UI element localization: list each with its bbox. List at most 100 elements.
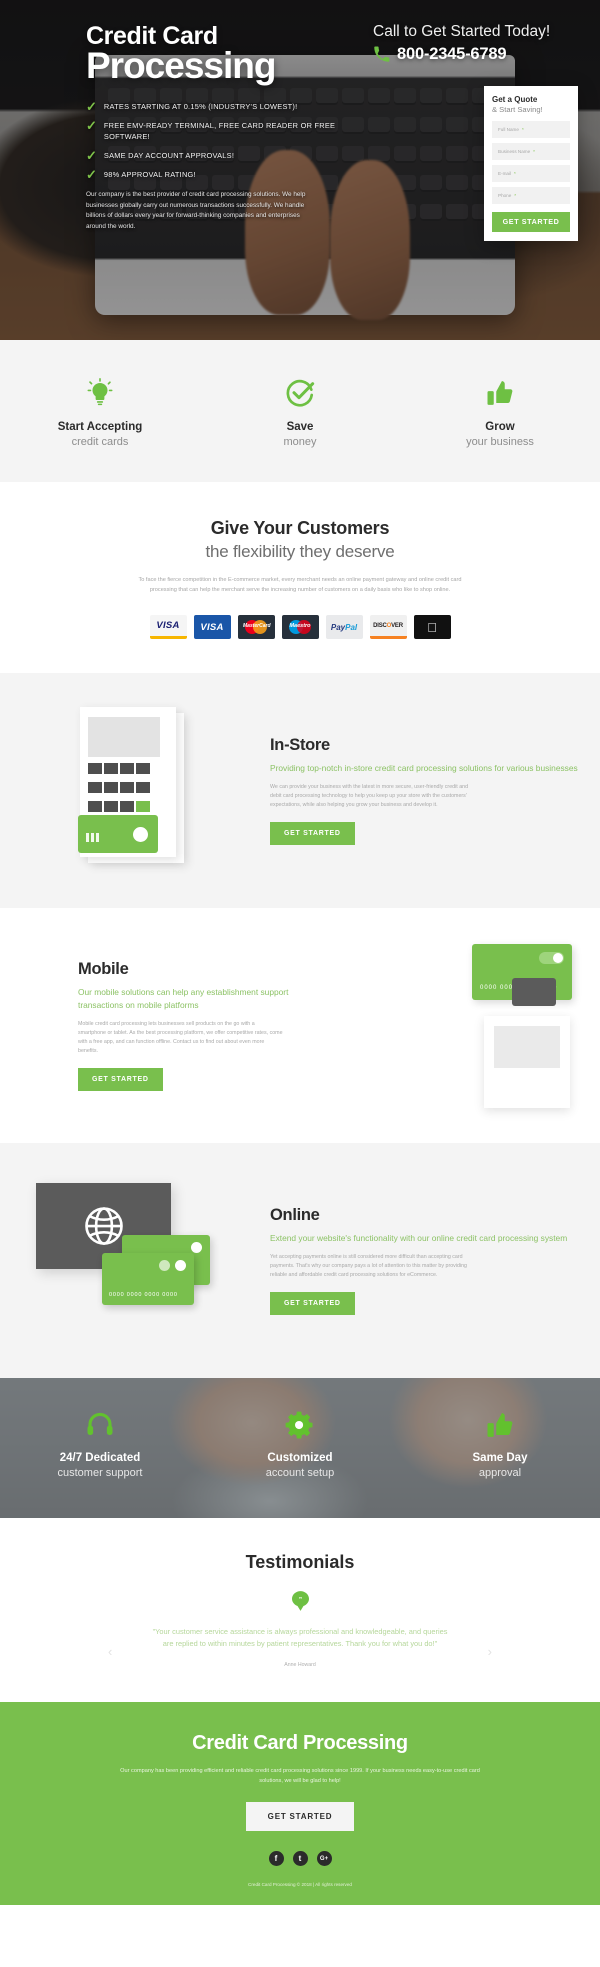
testimonial-next-button[interactable]: › bbox=[488, 1644, 492, 1659]
payment-logo-maestro: Maestro bbox=[281, 615, 319, 639]
headset-icon bbox=[0, 1408, 200, 1442]
service-title: 24/7 Dedicated bbox=[59, 1452, 141, 1464]
mobile-get-started-button[interactable]: GET STARTED bbox=[78, 1068, 163, 1091]
social-facebook-icon[interactable]: f bbox=[268, 1851, 284, 1866]
hero-bullet-item: ✓ FREE EMV-READY TERMINAL, FREE CARD READ… bbox=[86, 118, 336, 142]
hero-bullet-list: ✓ RATES STARTING AT 0.15% (INDUSTRY'S LOW… bbox=[86, 100, 336, 182]
service-title: Customized bbox=[267, 1452, 333, 1464]
check-icon: ✓ bbox=[86, 167, 97, 182]
online-illustration: 0000 0000 0000 0000 bbox=[22, 1173, 262, 1348]
mobile-toggle-icon bbox=[539, 952, 564, 964]
required-marker: * bbox=[514, 171, 516, 176]
mobile-heading: Mobile bbox=[78, 960, 129, 978]
quote-submit-button[interactable]: GET STARTED bbox=[492, 212, 570, 232]
quote-field-phone[interactable]: Phone * bbox=[492, 187, 570, 204]
section-instore: In-Store Providing top-notch in-store cr… bbox=[0, 673, 600, 908]
payment-logo-visa: VISA bbox=[193, 615, 231, 639]
services-band: 24/7 Dedicated customer support Customized… bbox=[0, 1378, 600, 1518]
online-get-started-button[interactable]: GET STARTED bbox=[270, 1292, 355, 1316]
testimonial-prev-button[interactable]: ‹ bbox=[108, 1644, 112, 1659]
lightbulb-icon bbox=[0, 376, 200, 410]
online-paragraph: Yet accepting payments online is still c… bbox=[270, 1254, 467, 1279]
service-item-24-7-dedicated: 24/7 Dedicated customer support bbox=[0, 1408, 200, 1479]
hero-call-block: Call to Get Started Today! 800-2345-6789 bbox=[373, 22, 578, 64]
quote-field-e-mail[interactable]: E-mail * bbox=[492, 165, 570, 182]
social-google-plus-icon[interactable]: G+ bbox=[316, 1851, 332, 1866]
footer-cta-section: Credit Card Processing Our company has b… bbox=[0, 1702, 600, 1905]
mobile-illustration: 0000 0000 0000 0000 bbox=[338, 938, 578, 1113]
check-icon: ✓ bbox=[86, 148, 97, 163]
quote-field-full-name[interactable]: Full Name * bbox=[492, 121, 570, 138]
instore-illustration bbox=[22, 703, 262, 878]
benefit-subtitle: money bbox=[283, 436, 317, 448]
mobile-paragraph: Mobile credit card processing lets busin… bbox=[78, 1021, 283, 1054]
hero-bullet-text: RATES STARTING AT 0.15% (INDUSTRY'S LOWE… bbox=[103, 102, 298, 111]
testimonials-section: Testimonials ” "Your customer service as… bbox=[0, 1518, 600, 1702]
social-links: f t G+ bbox=[0, 1851, 600, 1866]
landing-page: Credit Card Processing ✓ RATES STARTING A… bbox=[0, 0, 600, 1905]
service-subtitle: account setup bbox=[265, 1467, 335, 1479]
service-item-same-day: Same Day approval bbox=[400, 1408, 600, 1479]
quote-form-card: Get a Quote & Start Saving! Full Name * Bu… bbox=[484, 86, 578, 241]
online-card-number: 0000 0000 0000 0000 bbox=[109, 1292, 178, 1298]
payment-logo-apple-pay:  bbox=[413, 615, 451, 639]
phone-number[interactable]: 800-2345-6789 bbox=[397, 45, 507, 64]
thumbs-up-icon bbox=[400, 376, 600, 410]
benefit-subtitle: credit cards bbox=[71, 436, 129, 448]
phone-icon bbox=[374, 46, 390, 62]
benefit-item-grow: Grow your business bbox=[400, 376, 600, 448]
social-twitter-icon[interactable]: t bbox=[292, 1851, 308, 1866]
service-title: Same Day bbox=[472, 1452, 528, 1464]
quote-form-fields: Full Name * Business Name * E-mail * Phone * bbox=[492, 121, 570, 204]
service-item-customized: Customized account setup bbox=[200, 1408, 400, 1479]
payment-logo-visa: VISA bbox=[149, 615, 187, 639]
benefits-section: Start Accepting credit cards Save money Grow… bbox=[0, 340, 600, 482]
mobile-receipt-graphic bbox=[484, 1016, 570, 1108]
field-label: Business Name bbox=[498, 149, 531, 154]
call-label: Call to Get Started Today! bbox=[373, 23, 551, 40]
customers-section: Give Your Customers the flexibility they… bbox=[0, 482, 600, 673]
terminal-chip-icon bbox=[133, 827, 148, 842]
online-subheading: Extend your website's functionality with… bbox=[270, 1232, 568, 1243]
service-subtitle: customer support bbox=[57, 1467, 143, 1479]
instore-paragraph: We can provide your business with the la… bbox=[270, 784, 469, 809]
quote-form-title: Get a Quote bbox=[492, 95, 538, 104]
required-marker: * bbox=[521, 127, 524, 132]
instore-get-started-button[interactable]: GET STARTED bbox=[270, 822, 355, 846]
instore-heading: In-Store bbox=[270, 735, 330, 754]
online-card-dot-2 bbox=[175, 1260, 186, 1271]
section-online: 0000 0000 0000 0000 Online Extend your w… bbox=[0, 1143, 600, 1378]
payment-logos-row: VISAVISAMasterCardMaestroPayPalDISCOVER bbox=[0, 615, 600, 639]
online-heading: Online bbox=[270, 1205, 320, 1224]
benefit-item-save: Save money bbox=[200, 376, 400, 448]
customers-heading-light: the flexibility they deserve bbox=[205, 542, 395, 561]
customers-paragraph: To face the fierce competition in the E-… bbox=[138, 577, 462, 593]
hero-paragraph: Our company is the best provider of cred… bbox=[86, 191, 306, 230]
hero-bullet-text: FREE EMV-READY TERMINAL, FREE CARD READE… bbox=[103, 121, 336, 141]
benefit-title: Save bbox=[286, 421, 314, 433]
hero-bullet-item: ✓ SAME DAY ACCOUNT APPROVALS! bbox=[86, 148, 336, 163]
online-card-dot-3 bbox=[159, 1260, 170, 1271]
testimonial-quote: "Your customer service assistance is alw… bbox=[152, 1627, 448, 1648]
hero-bullet-item: ✓ 98% APPROVAL RATING! bbox=[86, 167, 336, 182]
mobile-phone-graphic bbox=[512, 978, 556, 1006]
terminal-keypad bbox=[88, 763, 162, 820]
check-icon: ✓ bbox=[86, 118, 97, 133]
copyright-text: Credit Card Processing © 2018 | All righ… bbox=[248, 1882, 352, 1887]
cta-heading: Credit Card Processing bbox=[192, 1732, 408, 1754]
quote-bubble-icon: ” bbox=[291, 1591, 309, 1611]
quote-form-subtitle: & Start Saving! bbox=[492, 105, 543, 114]
benefit-subtitle: your business bbox=[466, 436, 534, 448]
cta-get-started-button[interactable]: GET STARTED bbox=[245, 1802, 355, 1831]
section-mobile: Mobile Our mobile solutions can help any… bbox=[0, 908, 600, 1143]
quote-field-business-name[interactable]: Business Name * bbox=[492, 143, 570, 160]
payment-logo-paypal: PayPal bbox=[325, 615, 363, 639]
globe-icon bbox=[84, 1207, 123, 1245]
hero-bullet-text: 98% APPROVAL RATING! bbox=[103, 170, 196, 179]
testimonial-author: Anne Howard bbox=[284, 1662, 316, 1668]
gear-icon bbox=[200, 1408, 400, 1442]
instore-subheading: Providing top-notch in-store credit card… bbox=[270, 762, 578, 773]
service-subtitle: approval bbox=[478, 1467, 522, 1479]
hero-section: Credit Card Processing ✓ RATES STARTING A… bbox=[0, 0, 600, 340]
benefit-title: Grow bbox=[485, 421, 515, 433]
